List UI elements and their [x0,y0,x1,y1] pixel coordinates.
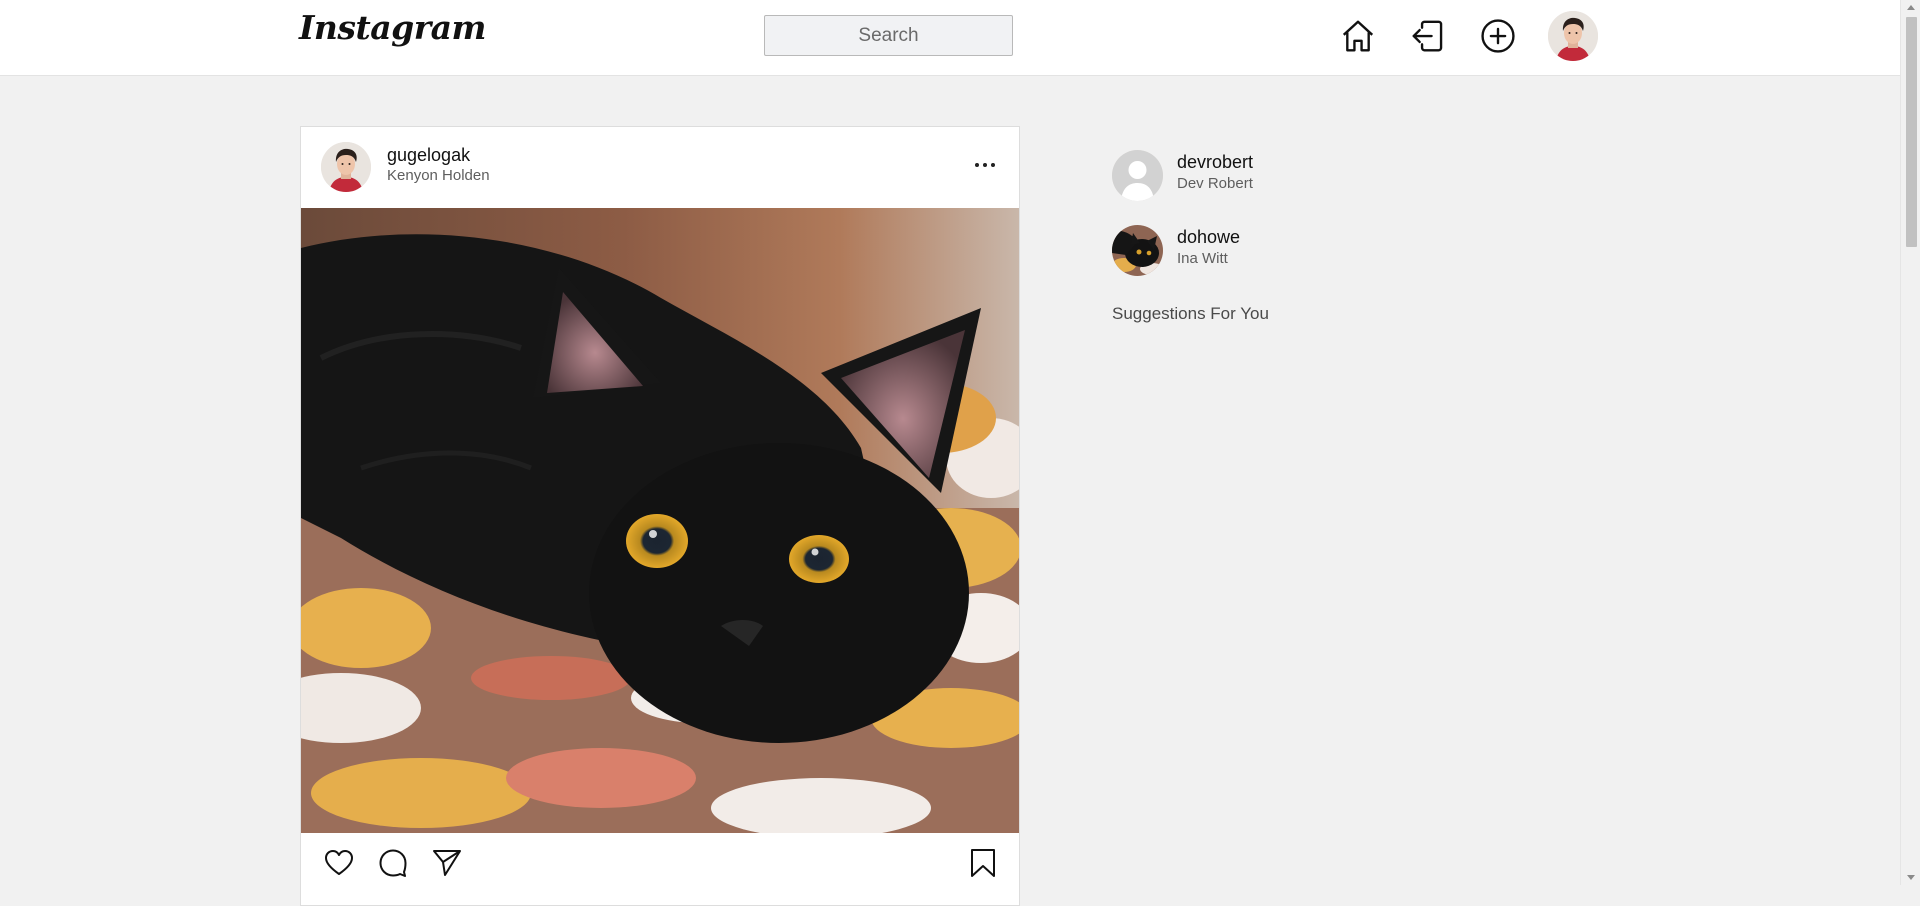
scrollbar-thumb[interactable] [1906,17,1917,247]
post-author-username[interactable]: gugelogak [387,145,470,166]
top-navigation-bar: Instagram [0,0,1900,76]
sidebar-avatar[interactable] [1112,225,1163,276]
scroll-up-icon[interactable] [1907,5,1915,10]
comment-icon[interactable] [375,845,411,881]
sidebar-user-dohowe[interactable]: dohowe Ina Witt [1112,225,1492,277]
sidebar-fullname: Dev Robert [1177,175,1253,192]
post-author-fullname: Kenyon Holden [387,167,490,184]
profile-avatar[interactable] [1548,11,1598,61]
like-icon[interactable] [321,845,357,881]
instagram-logo[interactable]: Instagram [299,8,486,47]
scroll-down-icon[interactable] [1907,875,1915,880]
sidebar-user-devrobert[interactable]: devrobert Dev Robert [1112,150,1492,202]
post-card: gugelogak Kenyon Holden [300,126,1020,906]
post-author-avatar[interactable] [321,142,371,192]
sidebar-fullname: Ina Witt [1177,250,1228,267]
more-options-icon[interactable] [967,155,1003,175]
default-avatar-icon[interactable] [1112,150,1163,201]
sidebar-username[interactable]: dohowe [1177,227,1240,248]
suggestions-heading: Suggestions For You [1112,304,1269,323]
save-icon[interactable] [965,845,1001,881]
share-icon[interactable] [429,845,465,881]
create-post-icon[interactable] [1478,16,1518,56]
page-scrollbar[interactable] [1900,0,1920,885]
logout-icon[interactable] [1408,16,1448,56]
search-input[interactable] [764,15,1013,56]
sidebar-username[interactable]: devrobert [1177,152,1253,173]
post-image[interactable] [301,208,1019,833]
home-icon[interactable] [1338,16,1378,56]
